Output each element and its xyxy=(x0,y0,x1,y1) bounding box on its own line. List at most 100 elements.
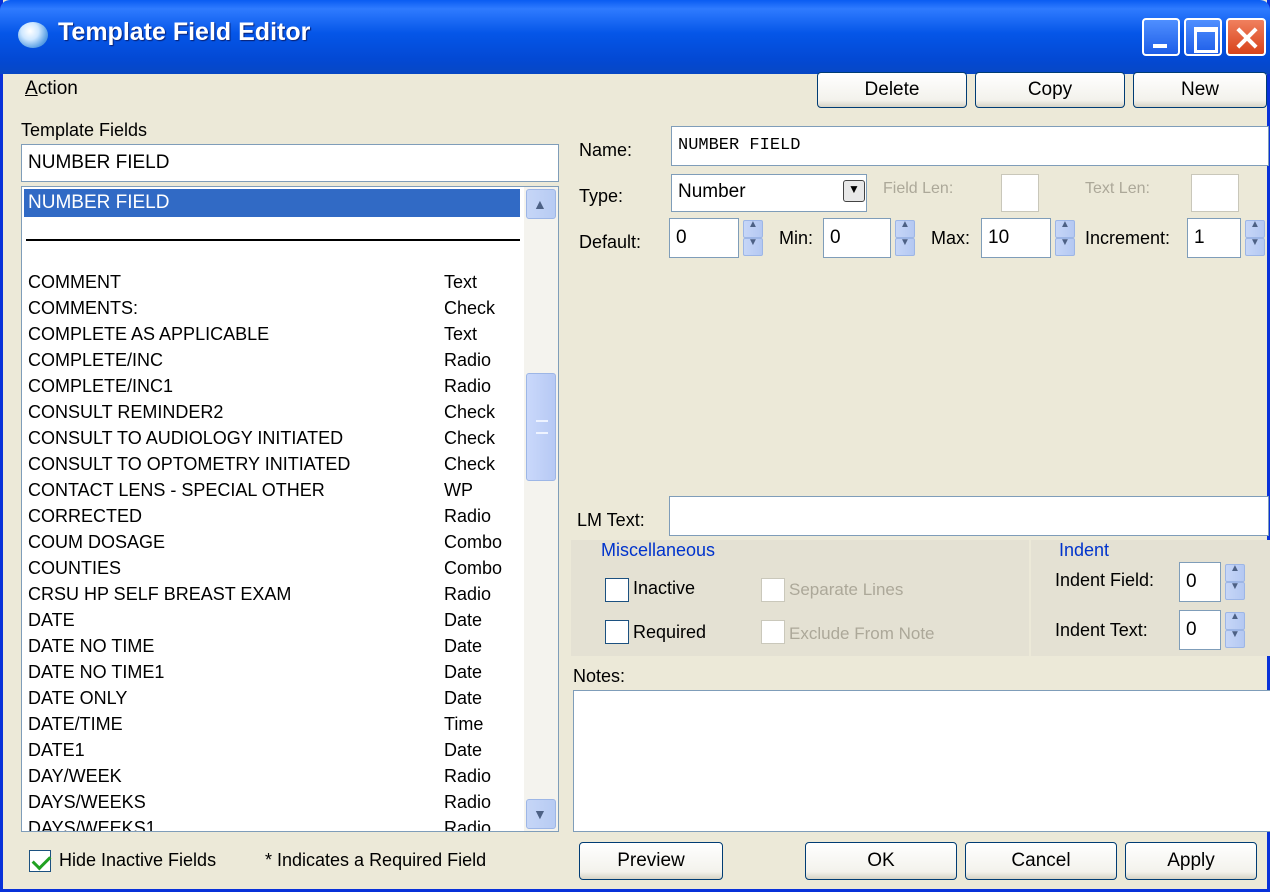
text-len-input xyxy=(1191,174,1239,212)
template-fields-label: Template Fields xyxy=(21,120,148,140)
name-input[interactable]: NUMBER FIELD xyxy=(671,126,1269,166)
list-item-name: DATE1 xyxy=(28,740,85,760)
miscellaneous-header: Miscellaneous xyxy=(601,540,716,560)
separate-lines-label: Separate Lines xyxy=(789,580,904,599)
close-icon[interactable] xyxy=(1226,18,1266,56)
preview-button[interactable]: Preview xyxy=(579,842,723,880)
scroll-up-icon[interactable]: ▲ xyxy=(526,189,556,219)
list-item-name: COUM DOSAGE xyxy=(28,532,166,552)
list-item-name: CONSULT REMINDER2 xyxy=(28,402,224,422)
list-item-type: WP xyxy=(444,480,473,500)
maximize-icon[interactable] xyxy=(1184,18,1222,56)
field-len-input xyxy=(1001,174,1039,212)
indent-field-input[interactable]: 0 xyxy=(1179,562,1221,602)
list-item-type: Radio xyxy=(444,376,492,396)
list-item-type: Text xyxy=(444,324,478,344)
list-item-type: Date xyxy=(444,636,483,656)
required-note: * Indicates a Required Field xyxy=(265,850,487,870)
indent-text-spinner[interactable] xyxy=(1225,611,1245,648)
type-label: Type: xyxy=(579,186,624,206)
text-len-label: Text Len: xyxy=(1085,180,1150,197)
template-fields-list[interactable]: NUMBER FIELD COMMENT Text COMMENTS: Check CO… xyxy=(21,186,559,832)
list-item-name: COMPLETE AS APPLICABLE xyxy=(28,324,270,344)
list-item-selected[interactable]: NUMBER FIELD xyxy=(24,189,520,217)
list-item-name: DAYS/WEEKS xyxy=(28,792,146,812)
list-item-name: CORRECTED xyxy=(28,506,143,526)
inactive-checkbox[interactable] xyxy=(605,578,629,602)
list-item-name: DATE NO TIME1 xyxy=(28,662,165,682)
list-item-name: COMPLETE/INC xyxy=(28,350,164,370)
list-item-name: CRSU HP SELF BREAST EXAM xyxy=(28,584,292,604)
exclude-from-note-checkbox xyxy=(761,620,785,644)
list-item-type: Date xyxy=(444,688,483,708)
indent-text-label: Indent Text: xyxy=(1055,620,1148,640)
list-item-name: DATE xyxy=(28,610,75,630)
max-input[interactable]: 10 xyxy=(981,218,1051,258)
increment-label: Increment: xyxy=(1085,228,1171,248)
list-item-name: CONSULT TO OPTOMETRY INITIATED xyxy=(28,454,351,474)
list-separator xyxy=(26,239,520,241)
required-label: Required xyxy=(633,622,707,642)
scroll-thumb[interactable] xyxy=(526,373,556,481)
min-spinner[interactable] xyxy=(895,219,915,256)
list-item-type: Date xyxy=(444,740,483,760)
list-item-name: DAY/WEEK xyxy=(28,766,122,786)
ok-button[interactable]: OK xyxy=(805,842,957,880)
notes-textarea[interactable] xyxy=(573,690,1270,832)
name-label: Name: xyxy=(579,140,633,160)
increment-spinner[interactable] xyxy=(1245,219,1265,256)
app-icon xyxy=(18,22,48,48)
list-item-type: Check xyxy=(444,298,496,318)
default-spinner[interactable] xyxy=(743,219,763,256)
list-item-type: Check xyxy=(444,402,496,422)
title-bar[interactable]: Template Field Editor xyxy=(0,0,1270,74)
list-item-name: DATE/TIME xyxy=(28,714,123,734)
list-item-name: COUNTIES xyxy=(28,558,122,578)
indent-text-input[interactable]: 0 xyxy=(1179,610,1221,650)
list-item-name: COMMENT xyxy=(28,272,121,292)
minimize-icon[interactable] xyxy=(1142,18,1180,56)
list-item-name: COMPLETE/INC1 xyxy=(28,376,174,396)
default-label: Default: xyxy=(579,232,642,252)
list-item-type: Check xyxy=(444,428,496,448)
exclude-from-note-label: Exclude From Note xyxy=(789,624,935,643)
chevron-down-icon[interactable] xyxy=(843,180,865,202)
list-item-type: Text xyxy=(444,272,478,292)
required-checkbox[interactable] xyxy=(605,620,629,644)
apply-button[interactable]: Apply xyxy=(1125,842,1257,880)
lm-text-label: LM Text: xyxy=(577,510,645,530)
list-item-type: Radio xyxy=(444,766,492,786)
indent-field-spinner[interactable] xyxy=(1225,563,1245,600)
list-item-name: COMMENTS: xyxy=(28,298,138,318)
template-field-search-input[interactable]: NUMBER FIELD xyxy=(21,144,559,182)
list-item-name: DATE NO TIME xyxy=(28,636,155,656)
inactive-label: Inactive xyxy=(633,578,696,598)
copy-button[interactable]: Copy xyxy=(975,72,1125,108)
scroll-down-icon[interactable]: ▼ xyxy=(526,799,556,829)
list-item-name: CONSULT TO AUDIOLOGY INITIATED xyxy=(28,428,344,448)
indent-field-label: Indent Field: xyxy=(1055,570,1155,590)
list-item-type: Radio xyxy=(444,792,492,812)
lm-text-input[interactable] xyxy=(669,496,1269,536)
list-item-type: Radio xyxy=(444,506,492,526)
list-item-type: Check xyxy=(444,454,496,474)
delete-button[interactable]: Delete xyxy=(817,72,967,108)
template-field-editor-window: Template Field Editor Action Delete Copy… xyxy=(0,0,1270,892)
list-scrollbar[interactable]: ▲ ▼ xyxy=(524,187,558,831)
indent-header: Indent xyxy=(1059,540,1110,560)
list-item-type: Radio xyxy=(444,584,492,604)
notes-label: Notes: xyxy=(573,666,626,686)
max-spinner[interactable] xyxy=(1055,219,1075,256)
min-input[interactable]: 0 xyxy=(823,218,891,258)
list-item-name: CONTACT LENS - SPECIAL OTHER xyxy=(28,480,325,500)
separate-lines-checkbox xyxy=(761,578,785,602)
menu-action[interactable]: Action xyxy=(25,78,78,100)
default-input[interactable]: 0 xyxy=(669,218,739,258)
new-button[interactable]: New xyxy=(1133,72,1267,108)
hide-inactive-label: Hide Inactive Fields xyxy=(59,850,217,870)
hide-inactive-checkbox[interactable] xyxy=(29,850,51,872)
cancel-button[interactable]: Cancel xyxy=(965,842,1117,880)
type-select[interactable]: Number xyxy=(671,174,867,212)
increment-input[interactable]: 1 xyxy=(1187,218,1241,258)
list-item-type: Combo xyxy=(444,532,503,552)
